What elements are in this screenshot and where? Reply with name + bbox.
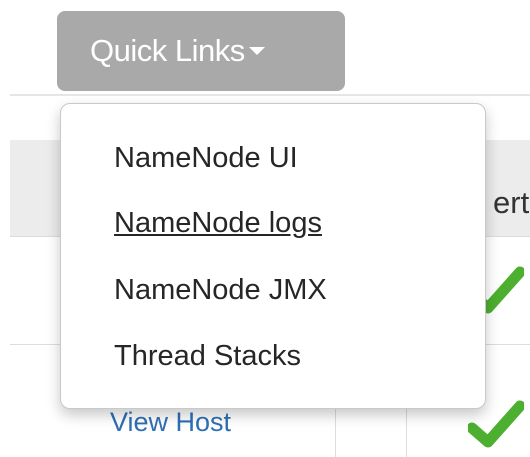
- quick-links-label: Quick Links: [90, 33, 245, 68]
- view-host-link[interactable]: View Host: [110, 407, 231, 438]
- menu-item-namenode-jmx[interactable]: NameNode JMX: [114, 274, 327, 307]
- menu-item-namenode-ui[interactable]: NameNode UI: [114, 142, 298, 175]
- menu-item-thread-stacks[interactable]: Thread Stacks: [114, 340, 301, 373]
- top-separator: [10, 94, 530, 96]
- menu-item-namenode-logs[interactable]: NameNode logs: [114, 207, 322, 240]
- quick-links-dropdown: NameNode UI NameNode logs NameNode JMX T…: [60, 103, 486, 409]
- table-header-label: ert: [493, 185, 530, 220]
- caret-down-icon: [248, 46, 265, 55]
- quick-links-button[interactable]: Quick Links: [57, 11, 345, 91]
- stage: ert View Host Quick Links NameNode UI Na…: [0, 0, 530, 457]
